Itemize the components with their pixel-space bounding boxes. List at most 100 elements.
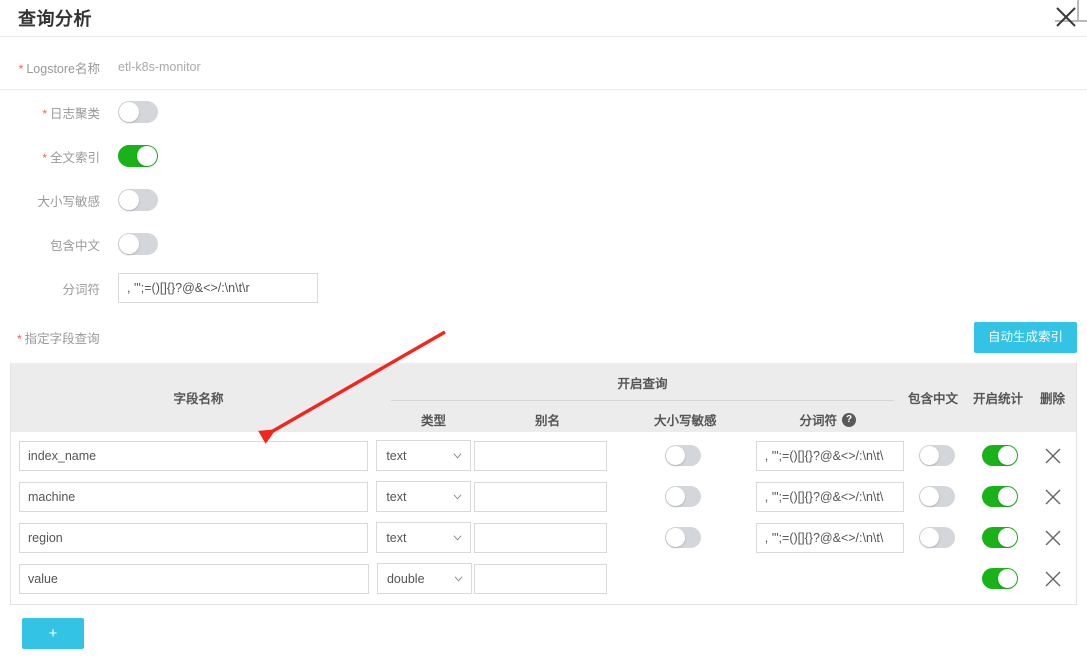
row-enable-stats-toggle[interactable] [981,568,1018,589]
delete-row-icon[interactable] [1044,570,1062,588]
table-header: 字段名称 开启查询 类型 别名 大小写敏感 分词符 ? 包含中文 开启统计 删除 [11,363,1076,432]
row-enable-stats-toggle[interactable] [982,486,1019,507]
row-enable-stats-toggle[interactable] [982,445,1019,466]
cell-field-name [11,563,377,594]
delete-row-icon[interactable] [1044,488,1062,506]
form-row-case-sensitive: 大小写敏感 [0,178,1087,222]
alias-input[interactable] [473,440,607,471]
chevron-down-icon [453,493,462,500]
alias-input[interactable] [474,563,608,594]
contains-chinese-toggle[interactable] [118,233,158,255]
delete-row-icon[interactable] [1044,529,1062,547]
cell-field-name [11,440,376,471]
cell-delete [1030,488,1076,506]
help-icon[interactable]: ? [842,412,856,427]
close-icon[interactable] [1053,4,1079,30]
alias-input[interactable] [473,522,607,553]
toggle-knob [997,569,1017,588]
form-row-log-cluster: * 日志聚类 [0,90,1087,134]
column-header-field-name: 字段名称 [173,392,224,406]
cell-field-name [11,522,376,553]
column-header-contains-chinese: 包含中文 [907,392,958,406]
toggle-knob [665,528,685,547]
toggle-knob [137,146,157,166]
column-header-delete: 删除 [1039,392,1065,406]
column-group-divider [391,400,894,401]
field-name-input[interactable] [19,440,369,471]
auto-generate-index-button[interactable]: 自动生成索引 [973,322,1077,353]
table-row: text [11,520,1076,555]
cell-delimiter [755,522,904,553]
cell-delete [1030,447,1076,465]
chevron-down-icon [454,575,463,582]
row-delimiter-input[interactable] [755,440,904,471]
field-query-section-head: * 指定字段查询 自动生成索引 [0,310,1087,363]
type-select-value: text [386,489,407,504]
alias-input[interactable] [473,481,607,512]
table-body: text [11,432,1076,604]
cell-delete [1030,570,1076,588]
column-group-header-enable-query: 开启查询 [617,377,668,391]
log-cluster-toggle[interactable] [118,101,158,123]
cell-enable-stats [970,527,1030,548]
row-delimiter-input[interactable] [755,481,904,512]
cell-contains-chinese [904,445,970,466]
field-name-input[interactable] [19,563,369,594]
delimiter-input[interactable] [118,273,318,303]
table-row: double [11,561,1076,596]
form-row-delimiter: 分词符 [0,266,1087,310]
cell-contains-chinese [904,527,970,548]
row-delimiter-input[interactable] [755,522,904,553]
toggle-knob [919,487,939,506]
column-header-enable-stats: 开启统计 [972,392,1023,406]
field-query-section-title: * 指定字段查询 [17,332,100,346]
case-sensitive-label: 大小写敏感 [37,194,100,209]
required-asterisk: * [42,150,47,165]
logstore-value: etl-k8s-monitor [118,60,201,74]
row-enable-stats-toggle[interactable] [982,527,1019,548]
case-sensitive-toggle[interactable] [118,189,158,211]
column-header-case-sensitive: 大小写敏感 [653,414,717,428]
type-select[interactable]: text [376,481,472,512]
delimiter-label: 分词符 [62,282,100,297]
logstore-label: * Logstore名称 [18,61,100,76]
field-name-input[interactable] [19,481,369,512]
cell-type: text [376,440,473,471]
form-row-contains-chinese: 包含中文 [0,222,1087,266]
full-text-index-toggle[interactable] [118,145,158,167]
delete-row-icon[interactable] [1044,447,1062,465]
row-case-sensitive-toggle[interactable] [664,527,701,548]
add-field-button[interactable]: + [22,618,84,649]
column-subheader-right: 包含中文 开启统计 删除 [899,363,1076,432]
full-text-index-label: * 全文索引 [42,150,100,165]
type-select[interactable]: text [376,440,472,471]
row-contains-chinese-toggle[interactable] [918,527,955,548]
dialog-header: 查询分析 [0,0,1087,36]
cell-alias [473,440,610,471]
contains-chinese-label: 包含中文 [49,238,100,253]
cell-alias [473,481,610,512]
type-select[interactable]: double [376,563,472,594]
type-select-value: double [386,571,425,586]
column-header-delimiter: 分词符 ? [757,410,900,429]
toggle-knob [119,102,139,122]
form-row-logstore: * Logstore名称 etl-k8s-monitor [0,45,1087,89]
cell-delimiter [755,440,904,471]
toggle-knob [919,528,939,547]
field-name-input[interactable] [19,522,369,553]
row-case-sensitive-toggle[interactable] [664,486,701,507]
column-header-alias: 别名 [534,414,560,428]
index-settings-form: * Logstore名称 etl-k8s-monitor * 日志聚类 * 全文索引 … [0,37,1087,310]
type-select-value: text [386,448,407,463]
cell-type: text [376,481,473,512]
row-case-sensitive-toggle[interactable] [664,445,701,466]
cell-delete [1030,529,1076,547]
type-select[interactable]: text [376,522,472,553]
required-asterisk: * [18,61,24,76]
form-row-full-text-index: * 全文索引 [0,134,1087,178]
cell-enable-stats [970,568,1030,589]
row-contains-chinese-toggle[interactable] [918,445,955,466]
row-contains-chinese-toggle[interactable] [918,486,955,507]
toggle-knob [665,446,685,465]
toggle-knob [919,446,939,465]
